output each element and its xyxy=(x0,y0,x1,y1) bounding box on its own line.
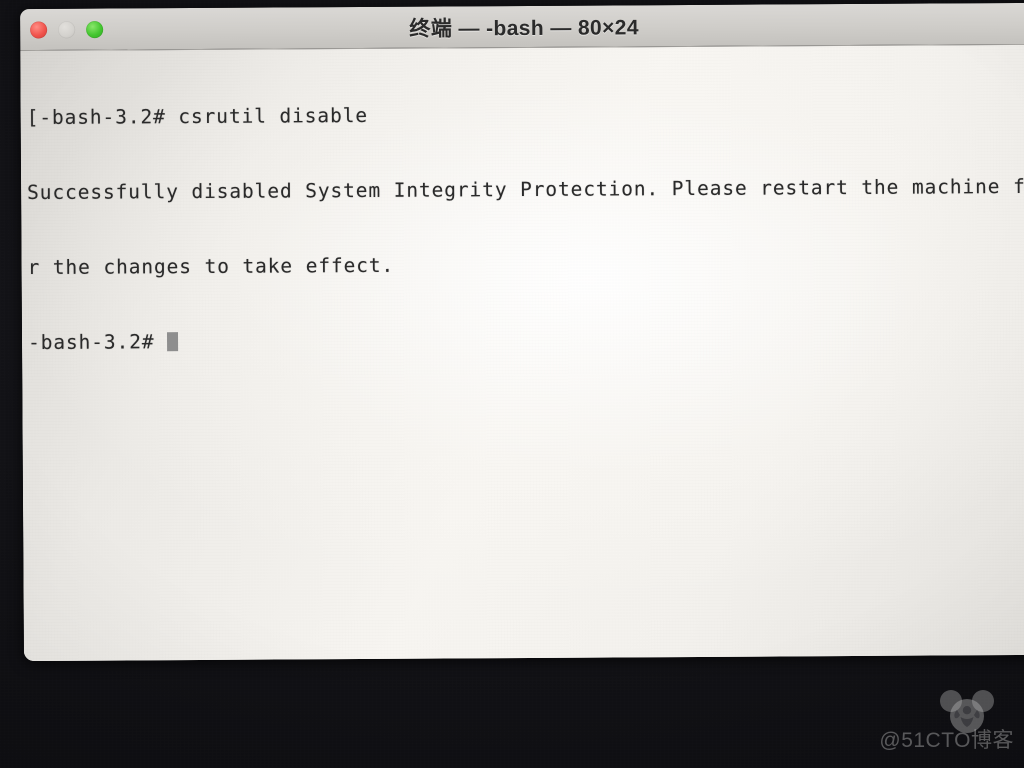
terminal-prompt-line: -bash-3.2# xyxy=(28,324,1024,356)
watermark-text: @51CTO博客 xyxy=(879,729,1014,752)
watermark: @51CTO博客 xyxy=(879,688,1018,760)
traffic-light-buttons[interactable] xyxy=(30,20,104,39)
terminal-window[interactable]: 终端 — -bash — 80×24 [-bash-3.2# csrutil d… xyxy=(20,2,1024,662)
terminal-line: r the changes to take effect. xyxy=(27,253,395,280)
terminal-cursor xyxy=(167,332,179,352)
window-title: 终端 — -bash — 80×24 xyxy=(409,15,639,41)
terminal-output: [-bash-3.2# csrutil disable Successfully… xyxy=(26,49,1024,406)
terminal-line: [-bash-3.2# csrutil disable xyxy=(26,103,369,130)
close-button[interactable] xyxy=(30,20,48,39)
terminal-body[interactable]: [-bash-3.2# csrutil disable Successfully… xyxy=(20,44,1024,662)
screenshot-root: 终端 — -bash — 80×24 [-bash-3.2# csrutil d… xyxy=(0,0,1024,768)
terminal-prompt: -bash-3.2# xyxy=(27,330,168,355)
maximize-button[interactable] xyxy=(86,20,104,38)
terminal-line: Successfully disabled System Integrity P… xyxy=(27,174,1024,205)
minimize-button[interactable] xyxy=(58,20,76,38)
window-titlebar[interactable]: 终端 — -bash — 80×24 xyxy=(20,2,1024,52)
